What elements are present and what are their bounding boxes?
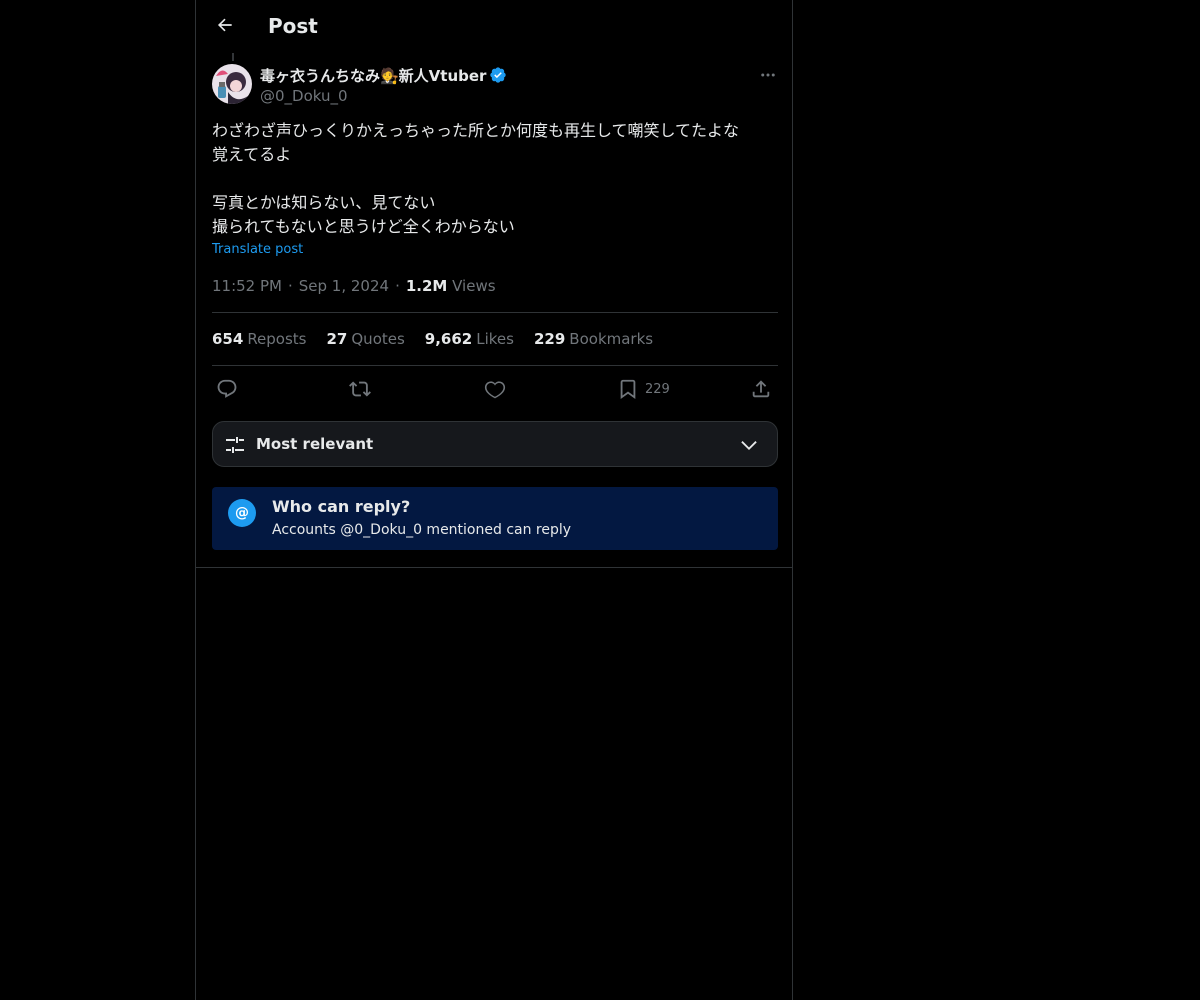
post-date[interactable]: Sep 1, 2024 [299,277,389,295]
post-author: 毒ヶ衣うんちなみ🧑‍⚖️新人Vtuber @0_Doku_0 [260,64,507,106]
reply-restriction-notice: @ Who can reply? Accounts @0_Doku_0 ment… [212,487,778,550]
post-text-line: 写真とかは知らない、見てない [212,193,436,212]
quotes-label: Quotes [351,330,405,348]
post-body: わざわざ声ひっくりかえっちゃった所とか何度も再生して嘲笑してたよな 覚えてるよ … [212,119,778,239]
views-count: 1.2M [405,277,448,295]
post-text-line: わざわざ声ひっくりかえっちゃった所とか何度も再生して嘲笑してたよな [212,121,740,140]
reply-icon [217,379,237,398]
bookmark-icon [620,379,636,400]
share-button[interactable] [750,376,772,402]
more-icon [761,73,775,77]
post-text-line: 撮られてもないと思うけど全くわからない [212,217,515,236]
repost-icon [349,381,371,397]
engagement-stats: 654 Reposts 27 Quotes 9,662 Likes 229 Bookma… [212,329,673,349]
reply-sort-dropdown[interactable]: Most relevant [212,421,778,467]
reposts-stat[interactable]: 654 Reposts [212,329,307,349]
more-options-button[interactable] [752,64,784,86]
likes-label: Likes [476,330,514,348]
bookmark-button[interactable]: 229 [617,376,670,402]
like-button[interactable] [484,376,506,402]
heart-icon [484,381,506,399]
post-text-line: 覚えてるよ [212,145,292,164]
primary-column: Post 毒ヶ衣うんちなみ🧑‍⚖️新人Vtuber @0_Doku_0 [195,0,793,1000]
bookmark-action-count: 229 [645,381,670,397]
bookmarks-stat[interactable]: 229 Bookmarks [534,329,653,349]
author-display-name: 毒ヶ衣うんちなみ🧑‍⚖️新人Vtuber [260,66,487,85]
separator-dot: · [395,277,400,295]
likes-count: 9,662 [424,330,473,348]
author-handle[interactable]: @0_Doku_0 [260,86,507,106]
bookmarks-count: 229 [533,330,566,348]
bookmarks-label: Bookmarks [569,330,654,348]
post-time[interactable]: 11:52 PM [212,277,282,295]
divider [212,365,778,366]
back-button[interactable] [208,8,242,42]
reposts-count: 654 [212,330,244,348]
post-metadata: 11:52 PM · Sep 1, 2024 · 1.2M Views [212,276,496,296]
arrow-left-icon [217,18,232,32]
page-title: Post [268,14,318,38]
quotes-stat[interactable]: 27 Quotes [327,329,405,349]
share-icon [752,380,770,398]
at-sign-icon: @ [228,499,256,527]
divider [212,312,778,313]
reply-restriction-title: Who can reply? [272,497,411,516]
avatar-image [212,64,252,104]
repost-button[interactable] [349,376,371,402]
thread-connector [232,53,234,61]
reply-restriction-description: Accounts @0_Doku_0 mentioned can reply [272,522,572,538]
separator-dot: · [287,277,293,295]
quotes-count: 27 [326,330,348,348]
likes-stat[interactable]: 9,662 Likes [425,329,514,349]
divider [196,567,793,568]
author-name-link[interactable]: 毒ヶ衣うんちなみ🧑‍⚖️新人Vtuber [260,64,507,86]
action-bar: 229 [212,376,778,402]
reposts-label: Reposts [247,330,307,348]
sort-selected-value: Most relevant [256,435,374,453]
avatar[interactable] [212,64,252,104]
translate-post-link[interactable]: Translate post [212,242,303,257]
sliders-icon [226,437,244,453]
post-text-spacer [212,167,778,191]
reply-button[interactable] [216,376,238,402]
views-label: Views [452,277,496,295]
page-header: Post [196,0,794,53]
chevron-down-icon [741,441,757,451]
verified-badge-icon[interactable] [489,66,507,84]
